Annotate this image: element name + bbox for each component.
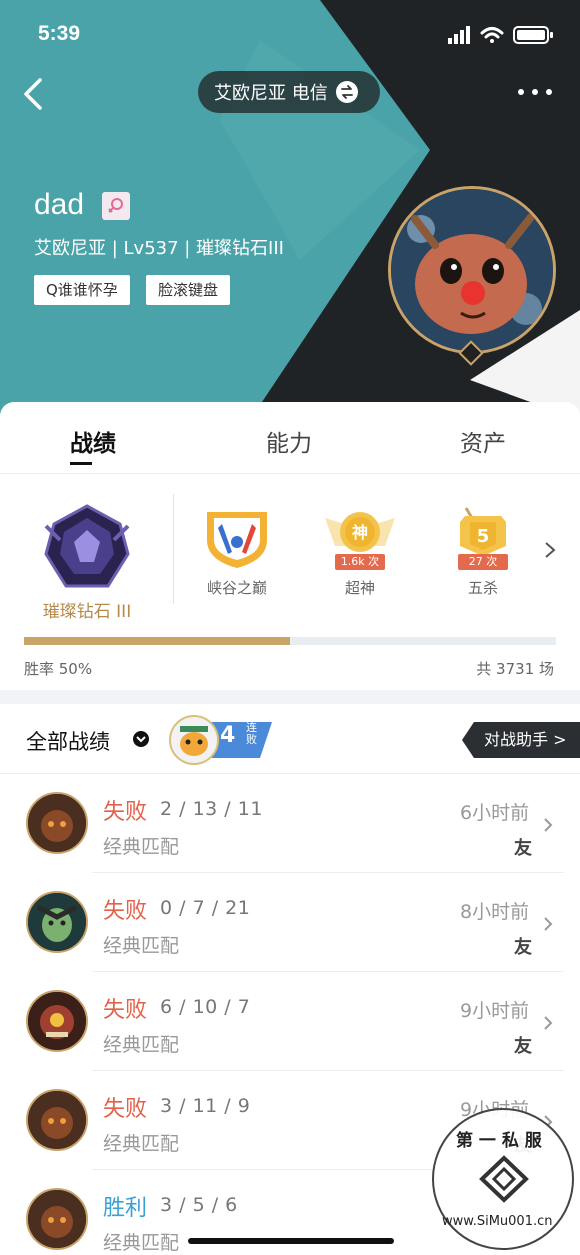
matches-header: 全部战绩 4 连败 对战助手 > xyxy=(0,704,580,774)
status-time: 5:39 xyxy=(38,22,81,45)
chevron-right-icon[interactable] xyxy=(540,540,560,560)
match-result: 失败 xyxy=(103,800,148,825)
match-row[interactable]: 失败 0 / 7 / 21 经典匹配 8小时前 友 xyxy=(0,873,580,972)
tab-bar: 战绩 能力 资产 xyxy=(0,402,580,474)
female-icon xyxy=(102,192,130,220)
match-mode: 经典匹配 xyxy=(103,1232,180,1254)
streak-label: 连败 xyxy=(246,721,257,746)
more-options-icon[interactable] xyxy=(518,80,552,104)
badge-label: 五杀 xyxy=(467,579,498,597)
player-sub-info: 艾欧尼亚 | Lv537 | 璀璨钻石III xyxy=(34,238,284,259)
champion-icon xyxy=(26,891,88,953)
diamond-rank-icon xyxy=(44,504,130,588)
match-kda: 2 / 13 / 11 xyxy=(160,798,263,820)
home-indicator[interactable] xyxy=(188,1238,394,1244)
champion-icon xyxy=(26,1089,88,1151)
server-name: 艾欧尼亚 电信 xyxy=(214,83,328,104)
win-rate-bar xyxy=(24,637,556,645)
match-result: 失败 xyxy=(103,998,148,1023)
chevron-right-icon xyxy=(544,917,553,931)
friend-badge: 友 xyxy=(514,838,532,859)
tab-assets[interactable]: 资产 xyxy=(460,424,506,458)
match-mode: 经典匹配 xyxy=(103,1133,180,1155)
badge-count: 27 次 xyxy=(458,554,508,570)
watermark-seal: 第 一 私 服 www.SiMu001.cn xyxy=(432,1108,574,1250)
match-time: 9小时前 xyxy=(460,1000,530,1022)
summoners-rift-badge-icon xyxy=(207,512,267,568)
cellular-signal-icon xyxy=(448,26,470,44)
status-icons xyxy=(448,26,553,44)
player-tag[interactable]: 脸滚键盘 xyxy=(146,275,231,305)
champion-icon xyxy=(26,990,88,1052)
tab-active-indicator xyxy=(70,462,92,465)
watermark-logo-icon xyxy=(479,1155,529,1203)
watermark-bottom-text: www.SiMu001.cn xyxy=(442,1214,553,1229)
tab-ability[interactable]: 能力 xyxy=(266,424,312,458)
match-mode: 经典匹配 xyxy=(103,935,180,957)
watermark-top-text: 第 一 私 服 xyxy=(456,1131,542,1151)
champion-icon xyxy=(26,792,88,854)
battle-assistant-button[interactable]: 对战助手 > xyxy=(462,722,580,758)
matches-filter[interactable]: 全部战绩 xyxy=(26,726,110,756)
badge-pentakill[interactable]: 5 27 次 五杀 xyxy=(438,502,528,602)
stats-card: 战绩 能力 资产 璀璨钻石 III 峡谷之巅 神 1.6k 次 超神 5 27 … xyxy=(0,402,580,702)
badge-godlike[interactable]: 神 1.6k 次 超神 xyxy=(315,502,405,602)
rank-label: 璀璨钻石 III xyxy=(42,602,132,622)
match-result: 失败 xyxy=(103,1097,148,1122)
badge-glyph: 神 xyxy=(352,523,368,542)
match-time: 8小时前 xyxy=(460,901,530,923)
server-switcher[interactable]: 艾欧尼亚 电信 xyxy=(198,71,380,113)
match-row[interactable]: 失败 6 / 10 / 7 经典匹配 9小时前 友 xyxy=(0,972,580,1071)
chevron-left-icon xyxy=(24,78,42,110)
match-result: 失败 xyxy=(103,899,148,924)
streak-count: 4 xyxy=(220,723,236,748)
battery-icon xyxy=(513,26,553,44)
match-kda: 3 / 5 / 6 xyxy=(160,1194,238,1216)
match-kda: 3 / 11 / 9 xyxy=(160,1095,251,1117)
divider xyxy=(173,494,174,604)
player-tag[interactable]: Q谁谁怀孕 xyxy=(34,275,130,305)
win-rate-text: 胜率 50% xyxy=(24,660,93,678)
rank-emblem[interactable]: 璀璨钻石 III xyxy=(24,502,150,622)
match-kda: 6 / 10 / 7 xyxy=(160,996,251,1018)
match-mode: 经典匹配 xyxy=(103,836,180,858)
match-time: 6小时前 xyxy=(460,802,530,824)
player-name: dad xyxy=(34,188,85,221)
chevron-down-icon[interactable] xyxy=(133,731,149,747)
friend-badge: 友 xyxy=(514,937,532,958)
friend-badge: 友 xyxy=(514,1036,532,1057)
match-mode: 经典匹配 xyxy=(103,1034,180,1056)
champion-avatar-image xyxy=(391,189,553,351)
swap-icon xyxy=(335,81,358,103)
status-bar: 5:39 xyxy=(0,0,580,70)
chevron-right-icon xyxy=(544,818,553,832)
champion-icon xyxy=(26,1188,88,1250)
back-button[interactable] xyxy=(18,74,52,114)
profile-header: 5:39 艾欧尼亚 电信 dad 艾欧尼亚 | Lv537 | 璀璨钻石III … xyxy=(0,0,580,420)
section-gap xyxy=(0,690,580,704)
wifi-icon xyxy=(480,27,504,43)
badge-label: 峡谷之巅 xyxy=(206,579,267,597)
match-row[interactable]: 失败 2 / 13 / 11 经典匹配 6小时前 友 xyxy=(0,774,580,873)
match-kda: 0 / 7 / 21 xyxy=(160,897,251,919)
badge-rift[interactable]: 峡谷之巅 xyxy=(192,502,282,602)
tab-record[interactable]: 战绩 xyxy=(70,424,116,458)
win-rate-fill xyxy=(24,637,290,645)
total-games-text: 共 3731 场 xyxy=(476,660,554,678)
chevron-right-icon xyxy=(544,1016,553,1030)
badge-label: 超神 xyxy=(344,579,375,597)
match-result: 胜利 xyxy=(103,1196,148,1221)
avatar[interactable] xyxy=(388,186,556,354)
badge-count: 1.6k 次 xyxy=(335,554,385,570)
badge-glyph: 5 xyxy=(477,526,490,547)
